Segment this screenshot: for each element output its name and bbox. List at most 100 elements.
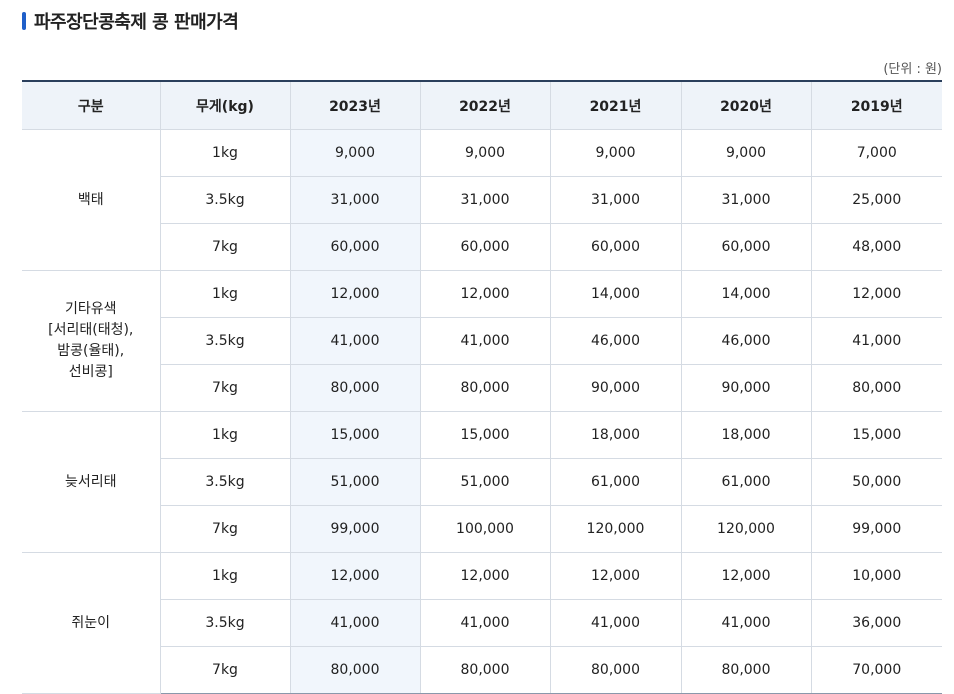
category-cell: 기타유색 [서리태(태청), 밤콩(율태), 선비콩] — [22, 270, 161, 412]
table-row: 7kg 80,000 80,000 80,000 80,000 70,000 — [22, 646, 942, 694]
table-header-row: 구분 무게(kg) 2023년 2022년 2021년 2020년 2019년 — [22, 80, 942, 130]
price-cell-2021: 61,000 — [549, 458, 682, 506]
price-cell-2022: 51,000 — [419, 458, 551, 506]
page-title-area: 파주장단콩축제 콩 판매가격 — [22, 10, 239, 33]
price-cell-2021: 14,000 — [549, 270, 682, 318]
price-cell-2020: 18,000 — [680, 411, 812, 459]
price-cell-2020: 41,000 — [680, 599, 812, 647]
table-row: 7kg 80,000 80,000 90,000 90,000 80,000 — [22, 364, 942, 412]
weight-cell: 3.5kg — [159, 599, 291, 647]
table-row: 3.5kg 41,000 41,000 41,000 41,000 36,000 — [22, 599, 942, 647]
price-cell-2023: 51,000 — [289, 458, 421, 506]
price-cell-2020: 60,000 — [680, 223, 812, 271]
price-cell-2019: 36,000 — [810, 599, 942, 647]
price-cell-2022: 80,000 — [419, 646, 551, 694]
header-year-2021: 2021년 — [549, 80, 682, 130]
price-cell-2023: 12,000 — [289, 270, 421, 318]
table-row: 쥐눈이 1kg 12,000 12,000 12,000 12,000 10,000 — [22, 552, 942, 694]
price-cell-2020: 120,000 — [680, 505, 812, 553]
price-cell-2022: 12,000 — [419, 270, 551, 318]
price-cell-2021: 9,000 — [549, 129, 682, 177]
weight-cell: 7kg — [159, 364, 291, 412]
header-category: 구분 — [22, 80, 161, 130]
header-year-2020: 2020년 — [680, 80, 812, 130]
price-cell-2023: 41,000 — [289, 599, 421, 647]
table-row: 늦서리태 1kg 15,000 15,000 18,000 18,000 15,000 — [22, 411, 942, 553]
price-cell-2020: 90,000 — [680, 364, 812, 412]
price-cell-2021: 31,000 — [549, 176, 682, 224]
price-cell-2020: 14,000 — [680, 270, 812, 318]
table-row: 백태 1kg 9,000 9,000 9,000 9,000 7,000 — [22, 129, 942, 271]
category-cell: 백태 — [22, 129, 161, 271]
header-year-2023: 2023년 — [289, 80, 421, 130]
price-cell-2019: 25,000 — [810, 176, 942, 224]
price-cell-2022: 41,000 — [419, 599, 551, 647]
price-cell-2023: 31,000 — [289, 176, 421, 224]
table-row: 7kg 60,000 60,000 60,000 60,000 48,000 — [22, 223, 942, 271]
price-cell-2019: 99,000 — [810, 505, 942, 553]
price-cell-2021: 12,000 — [549, 552, 682, 600]
price-cell-2019: 80,000 — [810, 364, 942, 412]
price-cell-2019: 7,000 — [810, 129, 942, 177]
price-cell-2022: 31,000 — [419, 176, 551, 224]
table-row: 3.5kg 41,000 41,000 46,000 46,000 41,000 — [22, 317, 942, 365]
title-accent-bar — [22, 12, 26, 30]
weight-cell: 3.5kg — [159, 458, 291, 506]
price-cell-2021: 90,000 — [549, 364, 682, 412]
price-cell-2020: 61,000 — [680, 458, 812, 506]
price-cell-2022: 41,000 — [419, 317, 551, 365]
weight-cell: 1kg — [159, 270, 291, 318]
price-cell-2019: 50,000 — [810, 458, 942, 506]
price-cell-2021: 46,000 — [549, 317, 682, 365]
price-cell-2023: 99,000 — [289, 505, 421, 553]
price-cell-2023: 80,000 — [289, 364, 421, 412]
price-cell-2019: 41,000 — [810, 317, 942, 365]
price-cell-2019: 70,000 — [810, 646, 942, 694]
category-cell: 늦서리태 — [22, 411, 161, 553]
price-cell-2020: 80,000 — [680, 646, 812, 694]
price-cell-2023: 12,000 — [289, 552, 421, 600]
price-cell-2022: 60,000 — [419, 223, 551, 271]
weight-cell: 3.5kg — [159, 176, 291, 224]
header-year-2019: 2019년 — [810, 80, 942, 130]
price-cell-2022: 9,000 — [419, 129, 551, 177]
price-cell-2023: 9,000 — [289, 129, 421, 177]
page-title: 파주장단콩축제 콩 판매가격 — [34, 12, 239, 33]
price-cell-2023: 80,000 — [289, 646, 421, 694]
weight-cell: 1kg — [159, 129, 291, 177]
price-cell-2022: 80,000 — [419, 364, 551, 412]
price-cell-2019: 10,000 — [810, 552, 942, 600]
price-cell-2021: 80,000 — [549, 646, 682, 694]
table-row: 7kg 99,000 100,000 120,000 120,000 99,000 — [22, 505, 942, 553]
price-cell-2023: 60,000 — [289, 223, 421, 271]
price-cell-2020: 12,000 — [680, 552, 812, 600]
price-table: 구분 무게(kg) 2023년 2022년 2021년 2020년 2019년 … — [22, 80, 942, 694]
weight-cell: 7kg — [159, 223, 291, 271]
price-cell-2019: 48,000 — [810, 223, 942, 271]
price-cell-2021: 41,000 — [549, 599, 682, 647]
price-cell-2021: 60,000 — [549, 223, 682, 271]
price-cell-2019: 15,000 — [810, 411, 942, 459]
weight-cell: 7kg — [159, 646, 291, 694]
weight-cell: 7kg — [159, 505, 291, 553]
weight-cell: 3.5kg — [159, 317, 291, 365]
table-body: 백태 1kg 9,000 9,000 9,000 9,000 7,000 3.5kg 31,00… — [22, 129, 942, 694]
price-cell-2021: 120,000 — [549, 505, 682, 553]
price-cell-2021: 18,000 — [549, 411, 682, 459]
header-weight: 무게(kg) — [159, 80, 291, 130]
weight-cell: 1kg — [159, 552, 291, 600]
price-cell-2023: 41,000 — [289, 317, 421, 365]
weight-cell: 1kg — [159, 411, 291, 459]
price-cell-2022: 100,000 — [419, 505, 551, 553]
price-cell-2020: 46,000 — [680, 317, 812, 365]
price-cell-2023: 15,000 — [289, 411, 421, 459]
price-cell-2020: 31,000 — [680, 176, 812, 224]
header-year-2022: 2022년 — [419, 80, 551, 130]
table-row: 3.5kg 31,000 31,000 31,000 31,000 25,000 — [22, 176, 942, 224]
price-cell-2020: 9,000 — [680, 129, 812, 177]
price-cell-2022: 15,000 — [419, 411, 551, 459]
category-cell: 쥐눈이 — [22, 552, 161, 694]
table-row: 기타유색 [서리태(태청), 밤콩(율태), 선비콩] 1kg 12,000 12,000 1… — [22, 270, 942, 412]
unit-note: (단위 : 원) — [883, 62, 942, 77]
price-cell-2022: 12,000 — [419, 552, 551, 600]
